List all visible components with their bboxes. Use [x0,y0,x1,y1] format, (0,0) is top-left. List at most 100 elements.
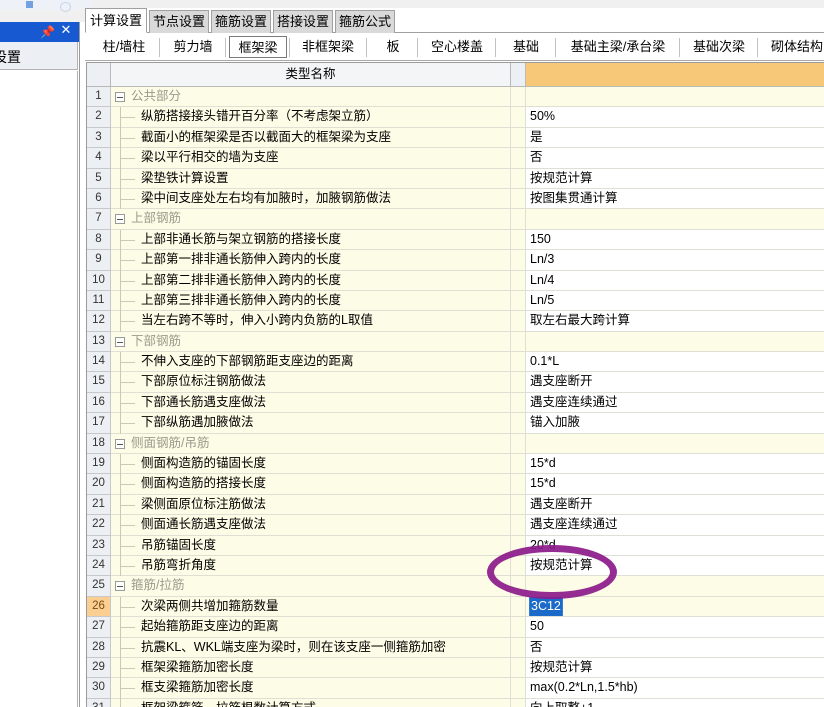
secondary-tab-3[interactable]: 非框架梁 [292,36,364,58]
grid-header-type-name[interactable]: 类型名称 [111,63,511,86]
row-number-cell[interactable]: 30 [87,678,111,699]
value-cell[interactable] [526,433,824,455]
secondary-tab-7[interactable]: 基础主梁/承台梁 [559,36,677,58]
table-row[interactable]: 12 当左右跨不等时，伸入小跨内负筋的L取值 取左右最大跨计算 [87,311,824,332]
collapse-expander-icon[interactable] [115,336,125,347]
row-number-cell[interactable]: 18 [87,433,111,455]
row-number-cell[interactable]: 6 [87,188,111,210]
table-row[interactable]: 3 截面小的框架梁是否以截面大的框架梁为支座 是 [87,127,824,149]
type-name-cell[interactable]: 次梁两侧共增加箍筋数量 [111,596,511,618]
grid-header-value[interactable] [526,63,824,86]
table-row[interactable]: 6 梁中间支座处左右均有加腋时，加腋钢筋做法 按图集贯通计算 [87,188,824,210]
table-row[interactable]: 25 箍筋/拉筋 [87,576,824,597]
secondary-tab-8[interactable]: 基础次梁 [683,36,755,58]
value-cell[interactable]: 遇支座连续通过 [526,392,824,414]
type-name-cell[interactable]: 侧面钢筋/吊筋 [111,433,511,455]
type-name-cell[interactable]: 梁以平行相交的墙为支座 [111,148,511,169]
table-row[interactable]: 24 吊筋弯折角度 按规范计算 [87,555,824,577]
value-cell[interactable]: 是 [526,127,824,149]
value-cell[interactable]: Ln/3 [526,250,824,271]
value-cell[interactable]: max(0.2*Ln,1.5*hb) [526,678,824,699]
primary-tab-3[interactable]: 搭接设置 [273,10,333,33]
value-cell[interactable]: 50 [526,617,824,638]
table-row[interactable]: 18 侧面钢筋/吊筋 [87,433,824,455]
value-cell[interactable]: Ln/4 [526,270,824,291]
secondary-tab-0[interactable]: 柱/墙柱 [91,36,157,58]
table-row[interactable]: 27 起始箍筋距支座边的距离 50 [87,617,824,638]
row-number-cell[interactable]: 11 [87,290,111,312]
row-number-cell[interactable]: 29 [87,657,111,679]
value-cell[interactable]: 按规范计算 [526,168,824,189]
table-row[interactable]: 22 侧面通长筋遇支座做法 遇支座连续通过 [87,515,824,536]
table-row[interactable]: 23 吊筋锚固长度 20*d [87,535,824,556]
table-row[interactable]: 16 下部通长筋遇支座做法 遇支座连续通过 [87,392,824,414]
row-number-cell[interactable]: 20 [87,474,111,495]
pin-icon[interactable]: 📌 [40,25,55,39]
collapse-expander-icon[interactable] [115,438,125,449]
row-number-cell[interactable]: 16 [87,392,111,414]
value-cell[interactable]: 否 [526,637,824,658]
type-name-cell[interactable]: 起始箍筋距支座边的距离 [111,617,511,638]
type-name-cell[interactable]: 吊筋锚固长度 [111,535,511,556]
type-name-cell[interactable]: 梁中间支座处左右均有加腋时，加腋钢筋做法 [111,188,511,210]
value-cell[interactable] [526,87,824,108]
secondary-tab-1[interactable]: 剪力墙 [163,36,223,58]
table-row[interactable]: 8 上部非通长筋与架立钢筋的搭接长度 150 [87,229,824,251]
type-name-cell[interactable]: 下部通长筋遇支座做法 [111,392,511,414]
table-row[interactable]: 31 框架梁箍筋、拉筋根数计算方式 向上取整+1 [87,698,824,707]
type-name-cell[interactable]: 下部原位标注钢筋做法 [111,372,511,393]
type-name-cell[interactable]: 当左右跨不等时，伸入小跨内负筋的L取值 [111,311,511,332]
row-number-cell[interactable]: 26 [87,596,111,618]
table-row[interactable]: 17 下部纵筋遇加腋做法 锚入加腋 [87,413,824,434]
type-name-cell[interactable]: 公共部分 [111,87,511,108]
secondary-tab-6[interactable]: 基础 [499,36,553,58]
table-row[interactable]: 5 梁垫铁计算设置 按规范计算 [87,168,824,189]
row-number-cell[interactable]: 7 [87,209,111,230]
table-row[interactable]: 2 纵筋搭接接头错开百分率（不考虑架立筋） 50% [87,107,824,128]
row-number-cell[interactable]: 28 [87,637,111,658]
type-name-cell[interactable]: 纵筋搭接接头错开百分率（不考虑架立筋） [111,107,511,128]
table-row[interactable]: 9 上部第一排非通长筋伸入跨内的长度 Ln/3 [87,250,824,271]
primary-tab-0[interactable]: 计算设置 [85,8,147,33]
secondary-tab-2[interactable]: 框架梁 [229,36,287,58]
row-number-cell[interactable]: 5 [87,168,111,189]
row-number-cell[interactable]: 23 [87,535,111,556]
collapse-expander-icon[interactable] [115,214,125,225]
type-name-cell[interactable]: 下部纵筋遇加腋做法 [111,413,511,434]
type-name-cell[interactable]: 上部钢筋 [111,209,511,230]
row-number-cell[interactable]: 31 [87,698,111,707]
type-name-cell[interactable]: 梁侧面原位标注筋做法 [111,494,511,516]
table-row[interactable]: 20 侧面构造筋的搭接长度 15*d [87,474,824,495]
table-row[interactable]: 26 次梁两侧共增加箍筋数量 3C12 [87,596,824,618]
type-name-cell[interactable]: 侧面构造筋的锚固长度 [111,454,511,475]
value-cell[interactable]: 50% [526,107,824,128]
table-row[interactable]: 13 下部钢筋 [87,331,824,353]
row-number-cell[interactable]: 21 [87,494,111,516]
row-number-cell[interactable]: 8 [87,229,111,251]
type-name-cell[interactable]: 上部第三排非通长筋伸入跨内的长度 [111,290,511,312]
row-number-cell[interactable]: 17 [87,413,111,434]
collapse-expander-icon[interactable] [115,92,125,102]
primary-tab-2[interactable]: 箍筋设置 [211,10,271,33]
close-icon[interactable]: ✕ [59,24,73,38]
row-number-cell[interactable]: 13 [87,331,111,353]
row-number-cell[interactable]: 3 [87,127,111,149]
value-cell[interactable]: 按规范计算 [526,657,824,679]
table-row[interactable]: 4 梁以平行相交的墙为支座 否 [87,148,824,169]
value-cell[interactable]: 取左右最大跨计算 [526,311,824,332]
row-number-cell[interactable]: 4 [87,148,111,169]
row-number-cell[interactable]: 14 [87,352,111,373]
value-cell[interactable]: 150 [526,229,824,251]
row-number-cell[interactable]: 22 [87,515,111,536]
row-number-cell[interactable]: 19 [87,454,111,475]
type-name-cell[interactable]: 侧面通长筋遇支座做法 [111,515,511,536]
type-name-cell[interactable]: 上部非通长筋与架立钢筋的搭接长度 [111,229,511,251]
type-name-cell[interactable]: 框支梁箍筋加密长度 [111,678,511,699]
row-number-cell[interactable]: 24 [87,555,111,577]
table-row[interactable]: 30 框支梁箍筋加密长度 max(0.2*Ln,1.5*hb) [87,678,824,699]
collapse-expander-icon[interactable] [115,581,125,592]
primary-tab-1[interactable]: 节点设置 [149,10,209,33]
type-name-cell[interactable]: 吊筋弯折角度 [111,555,511,577]
value-cell[interactable]: Ln/5 [526,290,824,312]
type-name-cell[interactable]: 下部钢筋 [111,331,511,353]
